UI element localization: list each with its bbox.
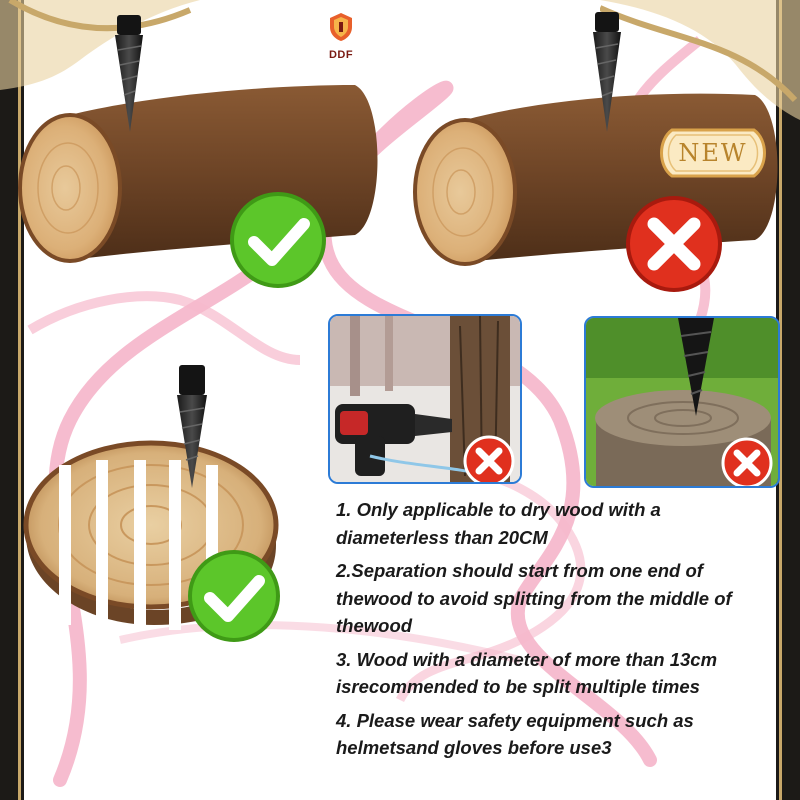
new-badge-label: NEW bbox=[678, 139, 748, 167]
cross-icon bbox=[626, 196, 722, 292]
check-icon bbox=[188, 550, 280, 642]
photo-tree-stump-drill bbox=[584, 316, 780, 488]
cross-icon bbox=[721, 437, 773, 486]
note-3: 3. Wood with a diameter of more than 13c… bbox=[336, 648, 718, 698]
new-badge: NEW bbox=[658, 126, 768, 180]
product-infographic: DDF NEW 1. Only applicable to dry wood w… bbox=[0, 0, 800, 800]
photo-handheld-drill-tree bbox=[328, 314, 522, 484]
log-end-drill-illustration bbox=[18, 15, 378, 263]
note-2: 2.Separation should start from one end o… bbox=[336, 560, 732, 636]
note-4: 4. Please wear safety equipment such as … bbox=[336, 709, 694, 759]
usage-notes: 1. Only applicable to dry wood with a di… bbox=[336, 496, 766, 768]
check-icon bbox=[230, 192, 326, 288]
cross-icon bbox=[463, 435, 515, 482]
note-1: 1. Only applicable to dry wood with a di… bbox=[336, 499, 661, 548]
